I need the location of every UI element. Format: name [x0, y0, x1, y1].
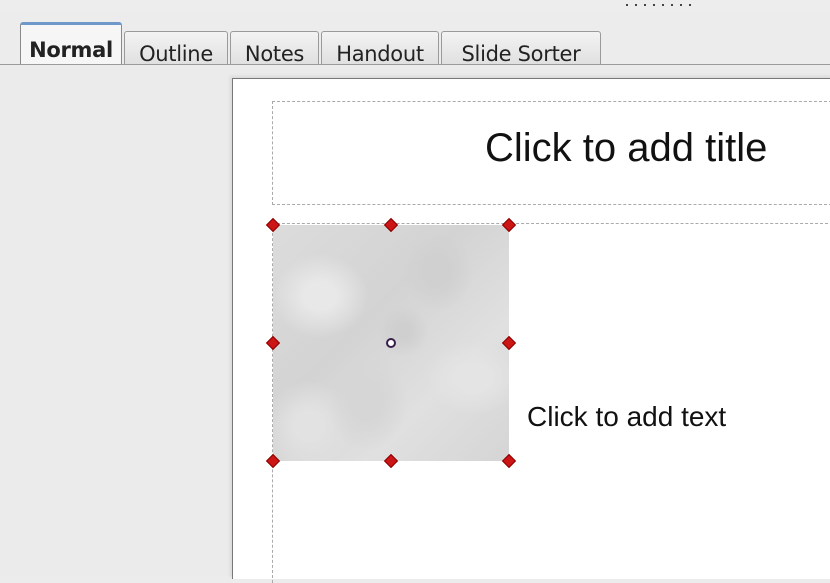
view-tab-bar: Normal Outline Notes Handout Slide Sorte… [0, 12, 830, 77]
toolbar-grip[interactable] [626, 4, 696, 6]
rotation-pivot-icon[interactable] [386, 338, 396, 348]
title-placeholder-text: Click to add title [485, 126, 768, 170]
content-placeholder-text: Click to add text [527, 401, 727, 432]
title-placeholder-box[interactable]: Click to add title [272, 101, 830, 205]
slide-workspace[interactable]: Click to add title Click to add text [0, 65, 830, 583]
slide-canvas[interactable]: Click to add title Click to add text [232, 78, 830, 583]
